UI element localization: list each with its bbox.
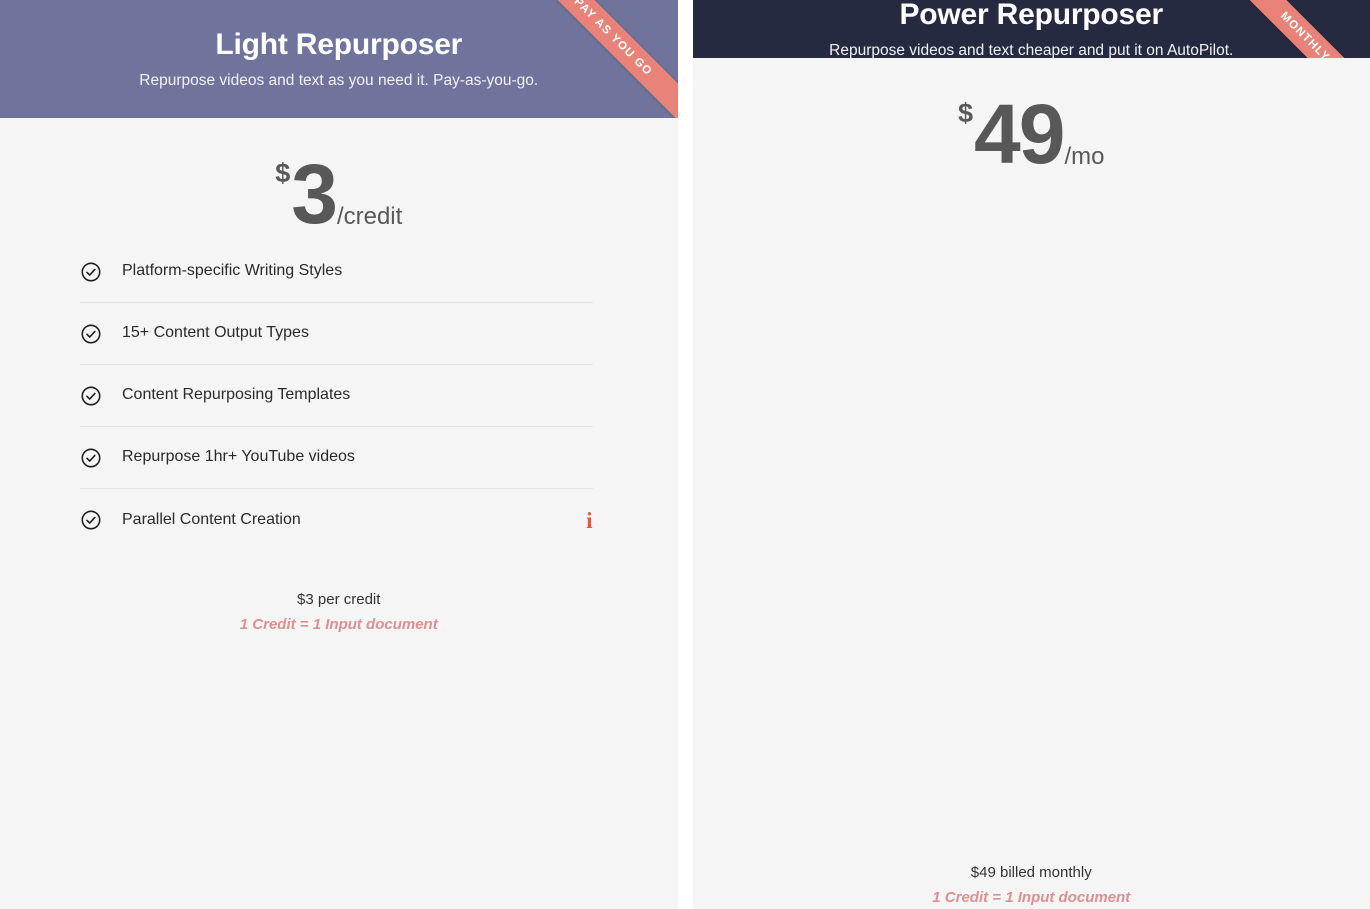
feature-list-light: Platform-specific Writing Styles 15+ Con…	[0, 241, 678, 551]
ribbon-badge-pay-as-you-go: PAY AS YOU GO	[527, 0, 678, 118]
feature-list-power: 50 Credits/mo + $1/Additional Credit Pla…	[693, 181, 1370, 824]
check-circle-icon	[80, 323, 102, 345]
card-footer-light: $3 per credit 1 Credit = 1 Input documen…	[0, 551, 678, 636]
ribbon-badge-monthly: MONTHLY	[1220, 0, 1370, 58]
feature-label: Platform-specific Writing Styles	[122, 262, 343, 280]
feature-label: Repurpose 1hr+ YouTube videos	[122, 448, 355, 466]
info-icon[interactable]: i	[586, 509, 592, 532]
footer-price-note: $3 per credit	[297, 591, 381, 609]
list-item: Platform-specific Writing Styles	[80, 241, 593, 304]
feature-label: Content Repurposing Templates	[122, 386, 351, 404]
price-block-power: $ 49 /mo	[693, 58, 1370, 181]
pricing-table: Light Repurposer Repurpose videos and te…	[0, 0, 1370, 909]
list-item: Parallel Content Creation i	[80, 489, 593, 551]
plan-subtitle: Repurpose videos and text cheaper and pu…	[829, 41, 1234, 58]
price-amount: 3	[291, 147, 338, 241]
card-header-light: Light Repurposer Repurpose videos and te…	[0, 0, 678, 118]
price-block-light: $ 3 /credit	[0, 118, 678, 241]
pricing-card-light-repurposer: Light Repurposer Repurpose videos and te…	[0, 0, 678, 909]
footer-credit-note: 1 Credit = 1 Input document	[932, 888, 1131, 906]
page-title: Power Repurposer	[899, 0, 1164, 32]
feature-label: Parallel Content Creation	[122, 510, 301, 528]
page-title: Light Repurposer	[215, 28, 463, 62]
price-period: /mo	[1064, 143, 1105, 171]
feature-label: 15+ Content Output Types	[122, 324, 309, 342]
card-header-power: Power Repurposer Repurpose videos and te…	[692, 0, 1370, 58]
footer-credit-note: 1 Credit = 1 Input document	[239, 615, 438, 633]
check-circle-icon	[80, 509, 102, 531]
price-currency: $	[958, 98, 974, 129]
price-amount: 49	[974, 86, 1065, 181]
footer-price-note: $49 billed monthly	[970, 864, 1092, 881]
card-footer-power: $49 billed monthly 1 Credit = 1 Input do…	[693, 824, 1370, 909]
list-item: Repurpose 1hr+ YouTube videos	[80, 427, 593, 490]
list-item: Content Repurposing Templates	[80, 365, 593, 428]
ribbon-label: MONTHLY	[1220, 0, 1370, 58]
list-item: 15+ Content Output Types	[80, 303, 593, 366]
ribbon-label: PAY AS YOU GO	[527, 0, 678, 118]
check-circle-icon	[80, 261, 102, 283]
price-currency: $	[275, 158, 291, 189]
check-circle-icon	[80, 385, 102, 407]
price-period: /credit	[336, 203, 403, 231]
plan-subtitle: Repurpose videos and text as you need it…	[139, 71, 539, 89]
check-circle-icon	[80, 447, 102, 469]
pricing-card-power-repurposer: Power Repurposer Repurpose videos and te…	[692, 0, 1370, 909]
